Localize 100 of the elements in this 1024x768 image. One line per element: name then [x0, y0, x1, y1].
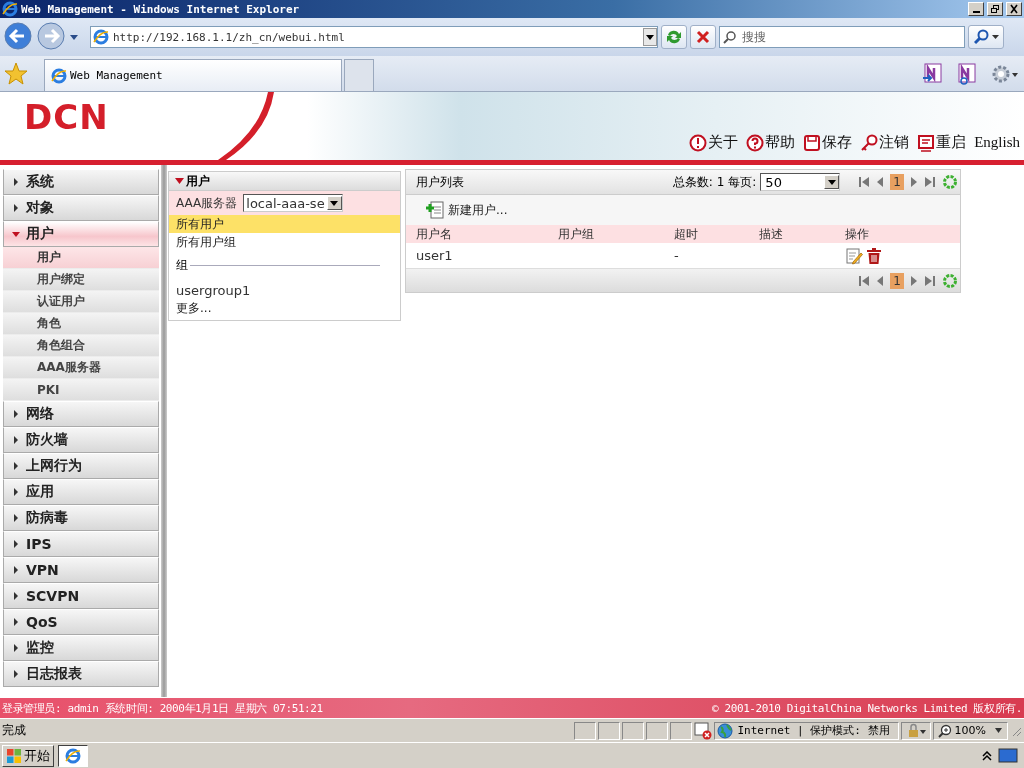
nav-subitem[interactable]: 角色 — [3, 313, 160, 335]
help-icon — [746, 133, 765, 152]
save-icon — [803, 133, 822, 152]
nav-item[interactable]: 应用 — [3, 479, 160, 505]
back-icon — [3, 20, 33, 51]
caret-icon — [991, 35, 999, 39]
first-page-icon[interactable] — [858, 176, 871, 188]
column-header: 描述 — [759, 225, 784, 243]
caret-icon — [12, 618, 20, 626]
panel-title: 用户 — [186, 172, 210, 190]
refresh-icon[interactable] — [942, 174, 958, 190]
desktop-icon[interactable] — [998, 747, 1018, 764]
nav-item[interactable]: 日志报表 — [3, 661, 160, 687]
nav-item[interactable]: IPS — [3, 531, 160, 557]
nav-item[interactable]: 防病毒 — [3, 505, 160, 531]
nav-item[interactable]: VPN — [3, 557, 160, 583]
header-link[interactable]: 重启 — [917, 133, 967, 152]
nav-item[interactable]: QoS — [3, 609, 160, 635]
restore-icon — [990, 4, 1000, 14]
previous-page-icon[interactable] — [876, 176, 885, 188]
refresh-button[interactable] — [661, 25, 687, 49]
page-number[interactable]: 1 — [890, 174, 904, 190]
nav-item[interactable]: 系统 — [3, 169, 160, 195]
star-icon[interactable] — [4, 62, 28, 86]
key-icon — [860, 133, 879, 152]
browser-tab[interactable]: Web Management — [44, 59, 342, 91]
nav-item[interactable]: SCVPN — [3, 583, 160, 609]
caret-icon — [12, 644, 20, 652]
security-zone[interactable]: Internet | 保护模式: 禁用 — [714, 721, 899, 740]
language-link[interactable]: English — [974, 134, 1020, 151]
header-link[interactable]: 保存 — [803, 133, 853, 152]
blocked-page-icon[interactable] — [694, 721, 713, 740]
caret-icon — [12, 670, 20, 678]
lock-button[interactable] — [900, 721, 931, 740]
header-link[interactable]: 关于 — [689, 133, 739, 152]
status-panel — [574, 721, 597, 740]
search-icon — [723, 30, 737, 44]
caret-icon — [12, 204, 20, 212]
trash-icon[interactable] — [866, 246, 882, 265]
next-page-icon[interactable] — [910, 176, 918, 188]
nav-item[interactable]: 网络 — [3, 401, 160, 427]
header-link[interactable]: 帮助 — [746, 133, 796, 152]
per-page-dropdown[interactable]: 50 — [760, 173, 841, 191]
new-user-button[interactable]: 新建用户... — [426, 201, 508, 219]
nav-subitem[interactable]: 角色组合 — [3, 335, 160, 357]
edit-icon[interactable] — [845, 246, 863, 265]
field-label: 每页: — [728, 173, 757, 191]
last-page-icon[interactable] — [924, 176, 936, 188]
caret-icon — [330, 200, 339, 206]
column-header: 用户组 — [558, 225, 595, 243]
nav-item[interactable]: 对象 — [3, 195, 160, 221]
page-number[interactable]: 1 — [890, 272, 904, 289]
dropdown-arrow-icon[interactable] — [69, 33, 79, 41]
first-page-icon[interactable] — [858, 274, 871, 287]
splitter-handle[interactable] — [161, 165, 167, 697]
search-icon — [973, 29, 990, 45]
nav-item[interactable]: 用户 — [3, 221, 160, 247]
nav-subitem[interactable]: AAA服务器 — [3, 357, 160, 379]
nav-subitem[interactable]: 用户 — [3, 247, 160, 269]
header-link[interactable]: 注销 — [860, 133, 910, 152]
group-heading: 组 — [176, 257, 188, 274]
next-page-icon[interactable] — [910, 274, 918, 287]
nav-subitem[interactable]: 认证用户 — [3, 291, 160, 313]
restore-button[interactable] — [987, 2, 1003, 16]
field-label: AAA服务器 — [176, 194, 238, 212]
start-button[interactable]: 开始 — [2, 744, 54, 767]
nav-item[interactable]: 监控 — [3, 635, 160, 661]
nav-subitem[interactable]: 用户绑定 — [3, 269, 160, 291]
status-panel — [670, 721, 693, 740]
caret-icon — [12, 540, 20, 548]
search-field[interactable]: 搜搜 — [719, 26, 965, 48]
taskbar-browser-button[interactable] — [58, 744, 88, 767]
stop-button[interactable] — [690, 25, 716, 49]
search-button[interactable] — [968, 25, 1004, 49]
close-icon — [1009, 4, 1019, 14]
caret-icon — [12, 566, 20, 574]
more-link[interactable]: 更多... — [169, 298, 400, 318]
close-button[interactable] — [1006, 2, 1022, 16]
caret-icon — [175, 177, 184, 185]
list-item[interactable]: 所有用户组 — [169, 233, 400, 251]
total-count: 总条数: 1 — [672, 173, 725, 191]
zoom-icon — [937, 723, 952, 738]
chevron-up-icon[interactable] — [982, 750, 992, 761]
globe-icon — [717, 722, 734, 739]
minimize-button[interactable] — [968, 2, 984, 16]
dropdown-button[interactable] — [643, 28, 657, 46]
aaa-server-dropdown[interactable]: local-aaa-se — [243, 194, 343, 212]
address-bar[interactable]: http://192.168.1.1/zh_cn/webui.html — [90, 26, 658, 48]
nav-subitem[interactable]: PKI — [3, 379, 160, 401]
caret-icon — [12, 462, 20, 470]
list-item[interactable]: 所有用户 — [169, 215, 400, 233]
nav-item[interactable]: 上网行为 — [3, 453, 160, 479]
previous-page-icon[interactable] — [876, 274, 885, 287]
monitor-icon — [917, 133, 936, 152]
status-panel — [598, 721, 621, 740]
zoom-button[interactable]: 100% — [932, 721, 1008, 740]
last-page-icon[interactable] — [924, 274, 936, 287]
refresh-icon[interactable] — [942, 272, 958, 289]
nav-item[interactable]: 防火墙 — [3, 427, 160, 453]
group-item[interactable]: usergroup1 — [169, 278, 400, 298]
